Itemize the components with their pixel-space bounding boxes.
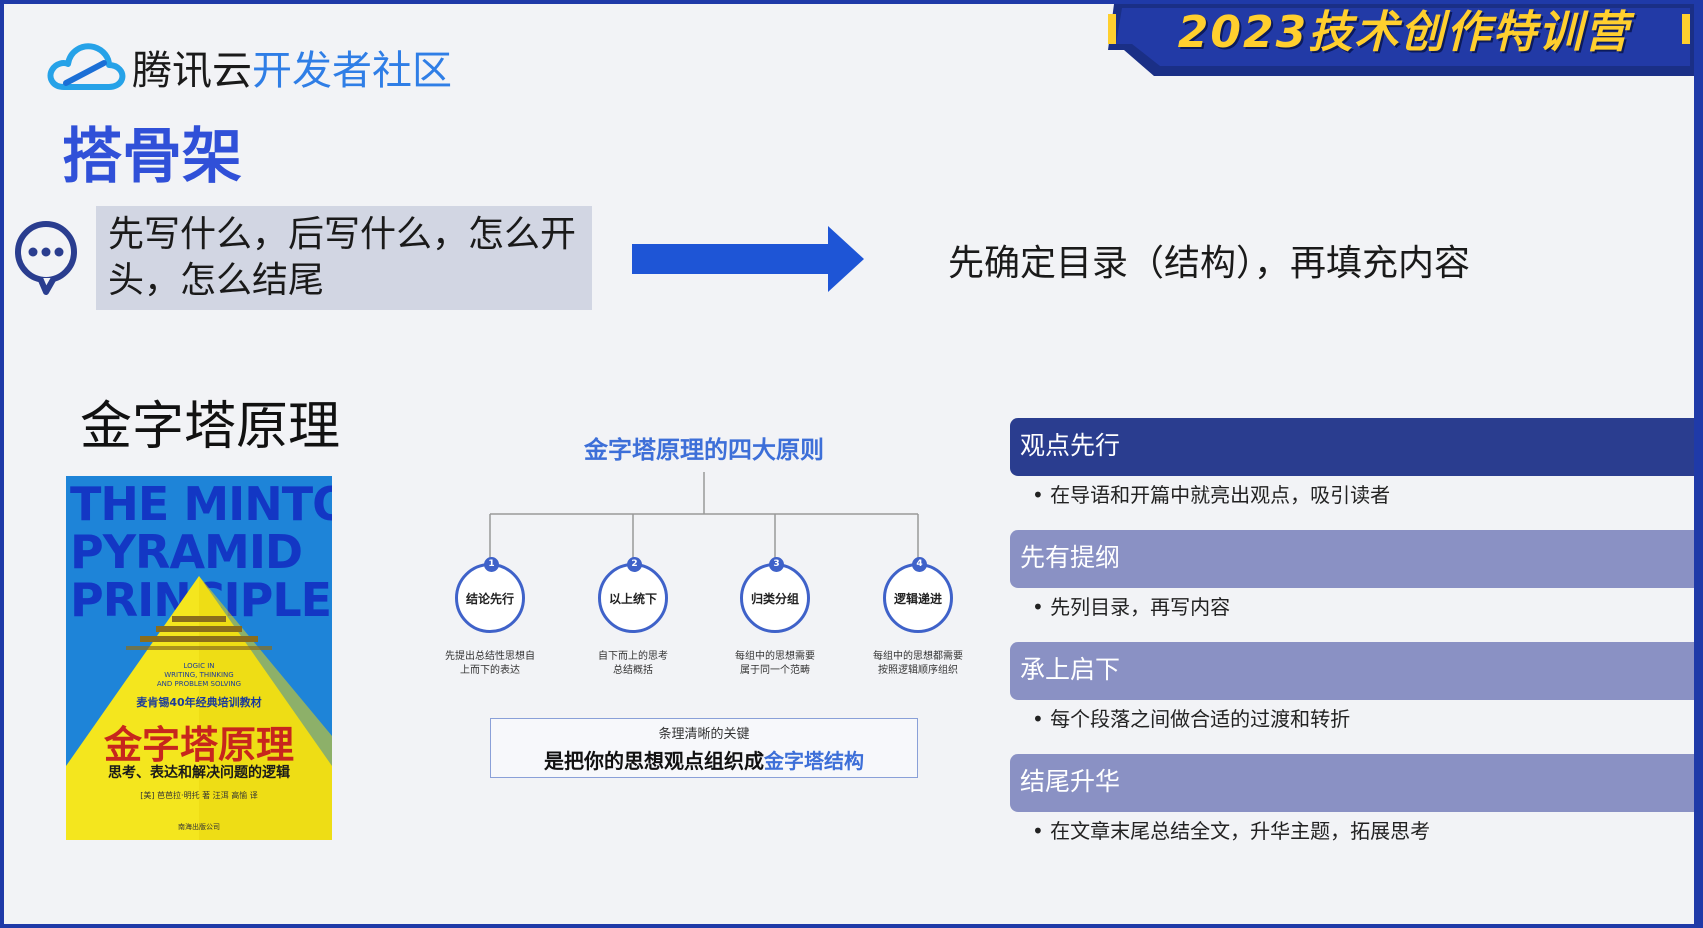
- principle-description-1: 在导语和开篇中就亮出观点，吸引读者: [1010, 476, 1694, 530]
- node-description-1: 先提出总结性思想自 上而下的表达: [445, 651, 535, 676]
- node-number: 2: [627, 557, 642, 572]
- book-title-cn: 金字塔原理: [103, 722, 294, 767]
- node-number: 4: [912, 557, 927, 572]
- principle-node-1: 1 结论先行: [455, 557, 525, 633]
- event-banner: 2023技术创作特训营: [1094, 4, 1694, 76]
- node-description-3: 每组中的思想需要 属于同一个范畴: [735, 651, 815, 676]
- book-cover: THE MINTO PYRAMID PRINCIPLE LOGIC IN WRI…: [66, 476, 332, 840]
- node-description-2: 自下而上的思考 总结概括: [598, 651, 668, 676]
- book-tagline: 麦肯锡40年经典培训教材: [136, 696, 262, 709]
- slide: 2023技术创作特训营 腾讯云 开发者社区 搭骨架 先写什么，后写什么，怎么开头…: [4, 4, 1694, 924]
- node-number: 3: [769, 557, 784, 572]
- node-label: 以上统下: [608, 591, 657, 606]
- tencent-cloud-logo: 腾讯云 开发者社区: [46, 38, 452, 96]
- principle-node-3: 3 归类分组: [740, 557, 810, 633]
- key-summary-text: 是把你的思想观点组织成金字塔结构: [544, 749, 864, 773]
- section-title: 金字塔原理: [80, 397, 341, 457]
- key-summary-caption: 条理清晰的关键: [658, 727, 750, 742]
- principle-header-2: 先有提纲: [1010, 530, 1694, 588]
- principle-header-3: 承上启下: [1010, 642, 1694, 700]
- book-description: 思考、表达和解决问题的逻辑: [108, 765, 290, 781]
- principle-header-1: 观点先行: [1010, 418, 1694, 476]
- diagram-title: 金字塔原理的四大原则: [584, 436, 824, 464]
- page-title: 搭骨架: [62, 122, 242, 192]
- principle-description-2: 先列目录，再写内容: [1010, 588, 1694, 642]
- book-author: [美] 芭芭拉·明托 著 汪洱 高愉 译: [140, 791, 258, 800]
- right-arrow-icon: [632, 226, 864, 292]
- diagram-connectors: [489, 472, 919, 558]
- key-summary-highlight: 金字塔结构: [764, 749, 864, 773]
- node-description-4: 每组中的思想都需要 按照逻辑顺序组织: [873, 651, 963, 676]
- writing-principles-list: 观点先行 在导语和开篇中就亮出观点，吸引读者 先有提纲 先列目录，再写内容 承上…: [1010, 418, 1694, 866]
- question-box: 先写什么，后写什么，怎么开头，怎么结尾: [96, 206, 592, 310]
- node-label: 逻辑递进: [893, 591, 942, 606]
- answer-text: 先确定目录（结构），再填充内容: [948, 243, 1471, 284]
- principle-description-4: 在文章末尾总结全文，升华主题，拓展思考: [1010, 812, 1694, 866]
- principle-node-2: 2 以上统下: [598, 557, 668, 633]
- principle-description-3: 每个段落之间做合适的过渡和转折: [1010, 700, 1694, 754]
- cloud-icon: [47, 43, 126, 90]
- node-number: 1: [484, 557, 499, 572]
- node-label: 结论先行: [465, 591, 514, 606]
- principle-node-4: 4 逻辑递进: [883, 557, 953, 633]
- logo-brand-text: 腾讯云: [132, 48, 252, 94]
- node-label: 归类分组: [750, 591, 799, 606]
- chat-bubble-icon: [15, 221, 77, 295]
- logo-community-text: 开发者社区: [252, 48, 452, 94]
- book-subtitle-en: LOGIC IN WRITING, THINKING AND PROBLEM S…: [156, 662, 242, 688]
- principle-header-4: 结尾升华: [1010, 754, 1694, 812]
- key-summary-box: 条理清晰的关键 是把你的思想观点组织成金字塔结构: [490, 718, 918, 778]
- pyramid-graphic: [66, 576, 332, 840]
- banner-title: 2023技术创作特训营: [1177, 7, 1631, 58]
- book-publisher: 南海出版公司: [178, 823, 220, 831]
